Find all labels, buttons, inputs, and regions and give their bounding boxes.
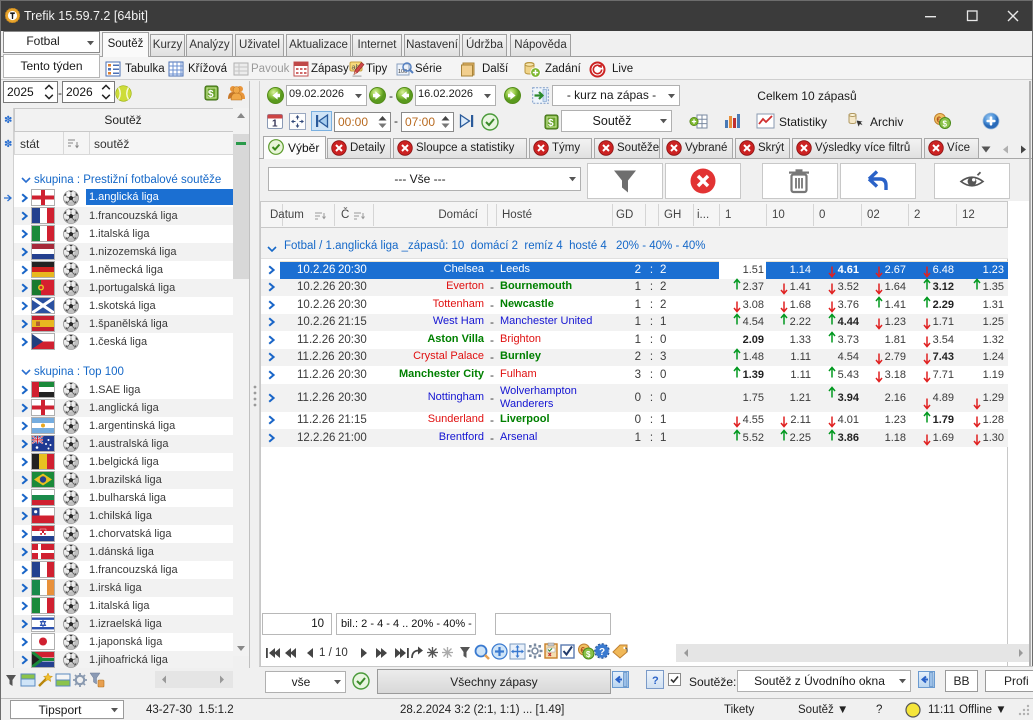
svg-text:100: 100 bbox=[398, 69, 407, 75]
svg-text:$: $ bbox=[208, 89, 214, 100]
svg-text:?: ? bbox=[599, 647, 605, 658]
svg-text:✽: ✽ bbox=[4, 115, 12, 124]
svg-text:$: $ bbox=[548, 118, 554, 129]
svg-text:1: 1 bbox=[272, 119, 278, 130]
svg-text:?: ? bbox=[652, 675, 659, 687]
svg-text:✽: ✽ bbox=[4, 139, 12, 148]
svg-text:$: $ bbox=[943, 120, 948, 129]
svg-text:$: $ bbox=[586, 650, 591, 659]
